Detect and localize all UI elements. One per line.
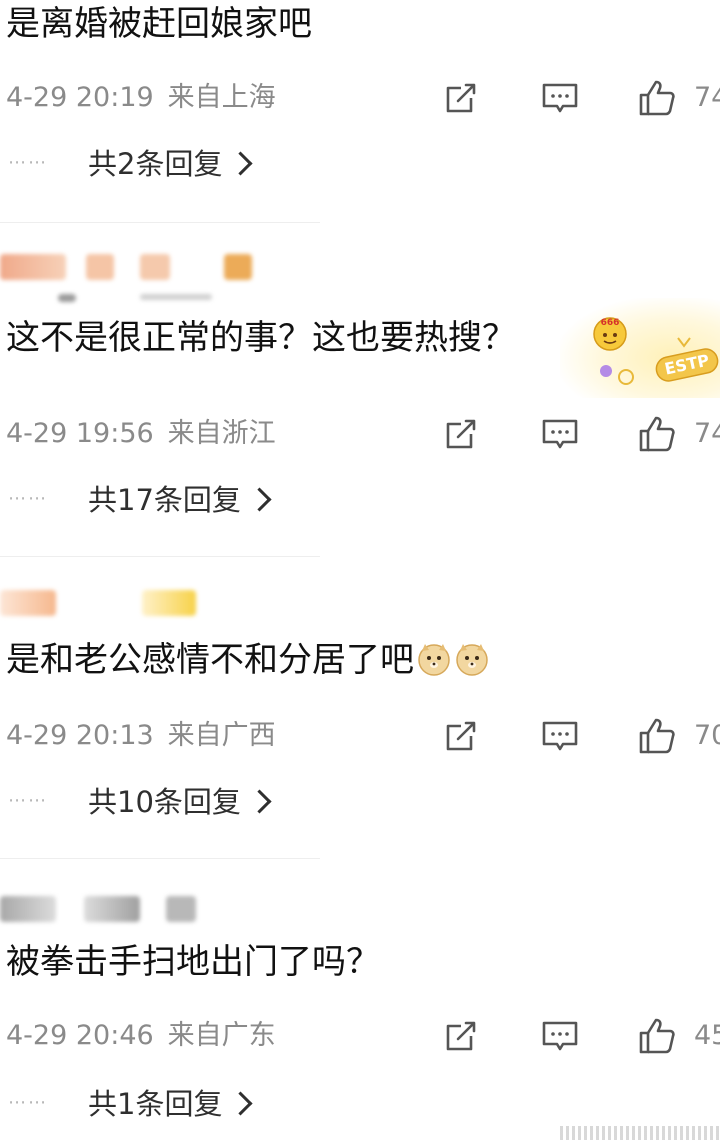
comment-button[interactable] (540, 78, 580, 118)
reply-dots: ⋯⋯ (8, 1092, 48, 1113)
share-icon (446, 721, 476, 751)
share-button[interactable] (441, 78, 481, 118)
reply-dots: ⋯⋯ (8, 488, 48, 509)
share-button[interactable] (441, 414, 481, 454)
chevron-right-icon (228, 1091, 253, 1116)
comment-location: 来自广东 (167, 1020, 276, 1051)
like-count: 70 (694, 720, 720, 751)
view-replies-link[interactable]: 共17条回复 (88, 480, 272, 520)
comment-text-content: 这不是很正常的事？这也要热搜？ (6, 318, 516, 358)
comment-meta: 4-29 20:19 来自上海 (6, 78, 276, 118)
like-button[interactable] (637, 78, 677, 118)
comment-button[interactable] (540, 414, 580, 454)
comment-location: 来自广西 (167, 720, 276, 751)
reply-dots: ⋯⋯ (8, 790, 48, 811)
share-button[interactable] (441, 1016, 481, 1056)
comment-meta: 4-29 20:46 来自广东 (6, 1016, 276, 1056)
replies-label: 共1条回复 (88, 1087, 223, 1121)
replies-label: 共17条回复 (88, 483, 241, 517)
comment-location: 来自上海 (167, 82, 276, 113)
name-blur (166, 896, 196, 922)
view-replies-link[interactable]: 共2条回复 (88, 144, 253, 184)
share-icon (446, 1021, 476, 1051)
comment-time: 4-29 20:46 (6, 1020, 154, 1051)
comment-button[interactable] (540, 716, 580, 756)
comment-meta: 4-29 20:13 来自广西 (6, 716, 276, 756)
username-blurred (0, 250, 400, 302)
comment-meta: 4-29 19:56 来自浙江 (6, 414, 276, 454)
divider (0, 556, 320, 557)
like-count: 74 (694, 82, 720, 113)
thumbs-up-icon (639, 1018, 675, 1054)
replies-label: 共2条回复 (88, 147, 223, 181)
like-button[interactable] (637, 1016, 677, 1056)
name-blur (86, 254, 114, 280)
comment-time: 4-29 20:13 (6, 720, 154, 751)
avatar (0, 590, 56, 616)
like-count: 45 (694, 1020, 720, 1051)
comment-text-content: 是和老公感情不和分居了吧 (6, 640, 414, 680)
like-count: 74 (694, 418, 720, 449)
comment-icon (542, 721, 578, 751)
comment-text: 这不是很正常的事？这也要热搜？ (6, 316, 516, 360)
reply-dots: ⋯⋯ (8, 152, 48, 173)
fan-badge-banner: 666 ESTP (560, 298, 720, 398)
username-blurred (0, 586, 400, 620)
share-button[interactable] (441, 716, 481, 756)
name-blur (224, 254, 252, 280)
comment-location: 来自浙江 (167, 418, 276, 449)
share-icon (446, 419, 476, 449)
comment-icon (542, 83, 578, 113)
view-replies-link[interactable]: 共1条回复 (88, 1084, 253, 1124)
comment-text: 是和老公感情不和分居了吧 (6, 638, 490, 682)
comment-time: 4-29 20:19 (6, 82, 154, 113)
doge-emoji-icon (456, 644, 488, 676)
chevron-right-icon (247, 789, 272, 814)
thumbs-up-icon (639, 80, 675, 116)
comment-text: 是离婚被赶回娘家吧 (6, 4, 312, 44)
chevron-right-icon (247, 487, 272, 512)
avatar (0, 254, 66, 280)
thumbs-up-icon (639, 718, 675, 754)
name-blur (84, 896, 140, 922)
comment-icon (542, 1021, 578, 1051)
watermark-strip (560, 1126, 720, 1140)
like-button[interactable] (637, 716, 677, 756)
name-blur (142, 590, 196, 616)
view-replies-link[interactable]: 共10条回复 (88, 782, 272, 822)
name-blur (58, 294, 76, 302)
avatar (0, 896, 56, 922)
like-button[interactable] (637, 414, 677, 454)
svg-text:666: 666 (601, 318, 620, 328)
username-blurred (0, 892, 400, 926)
chevron-right-icon (228, 151, 253, 176)
comment-button[interactable] (540, 1016, 580, 1056)
name-blur (140, 294, 212, 300)
thumbs-up-icon (639, 416, 675, 452)
estp-badge-icon: 666 ESTP (593, 317, 719, 385)
comment-text: 被拳击手扫地出门了吗？ (6, 942, 380, 982)
replies-label: 共10条回复 (88, 785, 241, 819)
comment-time: 4-29 19:56 (6, 418, 154, 449)
divider (0, 222, 320, 223)
divider (0, 858, 320, 859)
name-blur (140, 254, 170, 280)
share-icon (446, 83, 476, 113)
doge-emoji-icon (418, 644, 450, 676)
comment-icon (542, 419, 578, 449)
